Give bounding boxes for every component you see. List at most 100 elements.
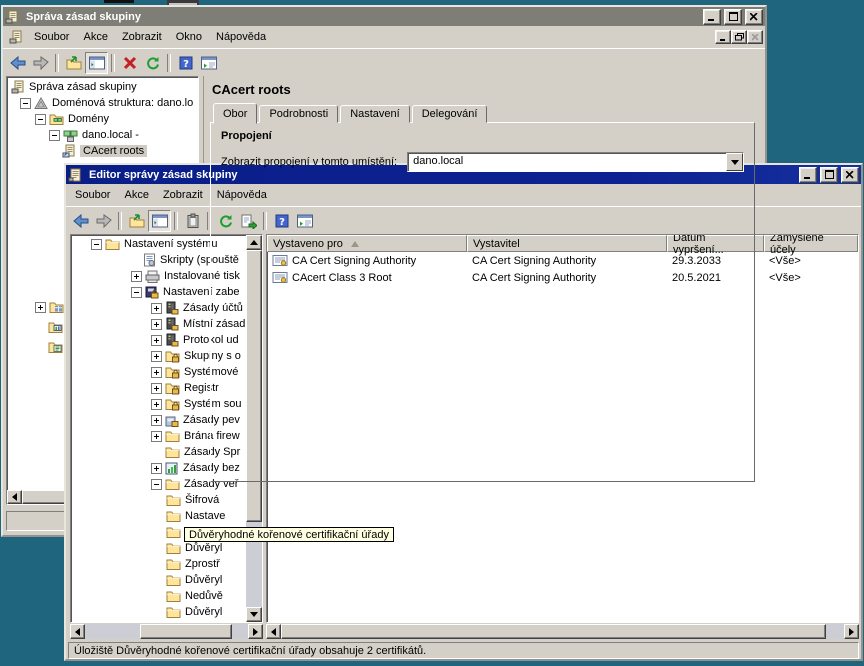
- tab-podrobnosti[interactable]: Podrobnosti: [259, 105, 338, 123]
- gpedit-list-hscrollbar[interactable]: [266, 624, 859, 639]
- tree-item-dano-local[interactable]: dano.local -: [7, 127, 198, 143]
- refresh-button[interactable]: [141, 52, 164, 74]
- child-restore-button[interactable]: [731, 30, 747, 44]
- back-button[interactable]: [6, 52, 29, 74]
- show-console-tree-button[interactable]: [148, 210, 171, 232]
- expand-toggle[interactable]: [131, 271, 142, 282]
- scroll-thumb[interactable]: [140, 624, 232, 639]
- column-header-zamyslene-ucely[interactable]: Zamýšlené účely: [764, 235, 858, 252]
- forest-icon: [34, 97, 48, 110]
- forward-button[interactable]: [29, 52, 52, 74]
- child-minimize-button[interactable]: [715, 30, 731, 44]
- tree-item-duveryhodni-koncovi[interactable]: Důvěryl: [71, 604, 246, 620]
- delete-button[interactable]: [118, 52, 141, 74]
- combo-dropdown-button[interactable]: [726, 153, 743, 171]
- folder-modeling-icon: [48, 321, 63, 333]
- scroll-left-button[interactable]: [266, 624, 281, 639]
- expand-toggle[interactable]: [151, 399, 162, 410]
- scroll-right-button[interactable]: [248, 624, 263, 639]
- maximize-button[interactable]: [820, 167, 838, 183]
- expand-toggle[interactable]: [151, 319, 162, 330]
- collapse-toggle[interactable]: [49, 130, 60, 141]
- collapse-toggle[interactable]: [35, 114, 46, 125]
- tree-item-sifrovani[interactable]: Šifrová: [71, 492, 246, 508]
- gpmc-app-icon: [5, 10, 19, 24]
- up-one-level-button[interactable]: [125, 210, 148, 232]
- policy-server-icon: [165, 301, 179, 315]
- menu-akce[interactable]: Akce: [117, 186, 155, 204]
- tab-nastaveni[interactable]: Nastavení: [340, 105, 410, 123]
- minimize-button[interactable]: [799, 167, 817, 183]
- tree-item-zprostredkujici[interactable]: Zprostř: [71, 556, 246, 572]
- up-one-level-button[interactable]: [62, 52, 85, 74]
- location-combobox[interactable]: dano.local: [407, 152, 744, 172]
- expand-toggle[interactable]: [151, 415, 162, 426]
- menu-okno[interactable]: Okno: [169, 28, 209, 46]
- new-window-button[interactable]: [197, 52, 220, 74]
- location-label: Zobrazit propojení v tomto umístění:: [221, 156, 397, 168]
- toolbar-separator: [167, 54, 171, 72]
- tree-item-domenova-struktura[interactable]: Doménová struktura: dano.lo: [7, 95, 198, 111]
- expand-toggle[interactable]: [151, 383, 162, 394]
- collapse-toggle[interactable]: [151, 479, 162, 490]
- gpmc-titlebar[interactable]: Správa zásad skupiny: [3, 7, 765, 26]
- show-console-tree-button[interactable]: [85, 52, 108, 74]
- scroll-left-button[interactable]: [7, 490, 22, 504]
- tree-item-cacert-roots[interactable]: CAcert roots: [7, 143, 198, 159]
- tree-item-label: Domény: [68, 113, 109, 125]
- gpedit-tree-hscrollbar[interactable]: [70, 624, 263, 639]
- scroll-down-button[interactable]: [246, 607, 262, 622]
- help-button[interactable]: ?: [174, 52, 197, 74]
- tab-page-obor: Propojení Zobrazit propojení v tomto umí…: [210, 122, 755, 482]
- forward-button[interactable]: [92, 210, 115, 232]
- tree-item-nastaveni[interactable]: Nastave: [71, 508, 246, 524]
- scroll-thumb[interactable]: [281, 624, 826, 639]
- menu-soubor[interactable]: Soubor: [27, 28, 76, 46]
- menu-zobrazit[interactable]: Zobrazit: [156, 186, 210, 204]
- collapse-toggle[interactable]: [131, 287, 142, 298]
- expand-toggle[interactable]: [151, 431, 162, 442]
- menu-soubor[interactable]: Soubor: [68, 186, 117, 204]
- collapse-toggle[interactable]: [20, 98, 31, 109]
- tree-item-duveryhodni-vydavatele[interactable]: Důvěryl: [71, 540, 246, 556]
- tree-item-domeny[interactable]: Domény: [7, 111, 198, 127]
- tab-obor[interactable]: Obor: [213, 103, 257, 124]
- expand-toggle[interactable]: [151, 463, 162, 474]
- tree-item-sprava-zasad-skupiny[interactable]: Správa zásad skupiny: [7, 79, 198, 95]
- tree-item-duveryhodne-osoby[interactable]: Důvěryl: [71, 572, 246, 588]
- menu-zobrazit[interactable]: Zobrazit: [115, 28, 169, 46]
- back-button[interactable]: [69, 210, 92, 232]
- folder-lock-icon: [165, 366, 180, 379]
- menu-napoveda[interactable]: Nápověda: [209, 28, 273, 46]
- close-button[interactable]: [841, 167, 859, 183]
- svg-text:?: ?: [183, 59, 189, 70]
- gpedit-app-icon: [68, 168, 82, 182]
- printer-icon: [145, 270, 160, 283]
- tree-item-label-selected: CAcert roots: [80, 145, 147, 157]
- folder-icon: [166, 526, 181, 538]
- child-close-button[interactable]: [747, 30, 763, 44]
- toolbar-separator: [118, 212, 122, 230]
- gpmc-window-title: Správa zásad skupiny: [26, 11, 700, 23]
- minimize-button[interactable]: [703, 9, 721, 25]
- expand-toggle[interactable]: [151, 335, 162, 346]
- domains-folder-icon: [49, 113, 64, 125]
- expand-toggle[interactable]: [151, 351, 162, 362]
- maximize-button[interactable]: [724, 9, 742, 25]
- expand-toggle[interactable]: [151, 367, 162, 378]
- scroll-right-button[interactable]: [844, 624, 859, 639]
- folder-icon: [166, 590, 181, 602]
- tab-delegovani[interactable]: Delegování: [412, 105, 488, 123]
- tree-item-label: dano.local -: [82, 129, 139, 141]
- scroll-left-button[interactable]: [70, 624, 85, 639]
- menu-akce[interactable]: Akce: [76, 28, 114, 46]
- tree-item-neduveryhodne[interactable]: Nedůvě: [71, 588, 246, 604]
- close-button[interactable]: [745, 9, 763, 25]
- properties-button[interactable]: [181, 210, 204, 232]
- script-icon: [143, 253, 156, 267]
- expand-toggle[interactable]: [35, 302, 46, 313]
- folder-icon: [166, 606, 181, 618]
- expand-toggle[interactable]: [151, 303, 162, 314]
- folder-results-icon: [48, 341, 63, 353]
- collapse-toggle[interactable]: [91, 239, 102, 250]
